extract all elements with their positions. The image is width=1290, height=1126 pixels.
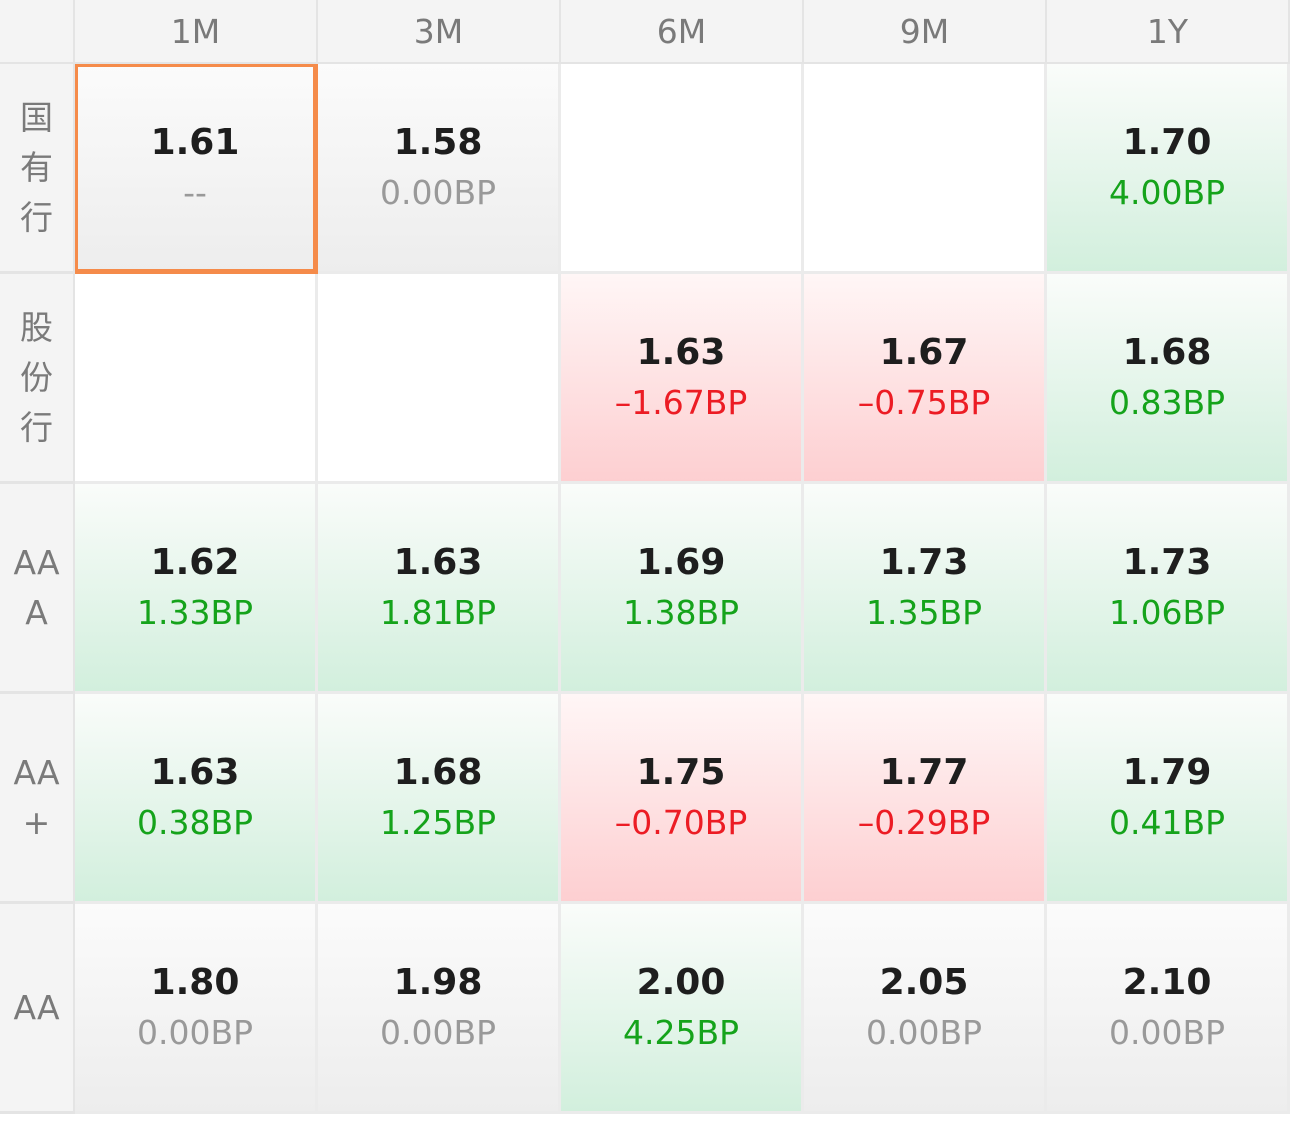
cell-change: 4.25BP — [622, 1012, 739, 1052]
matrix-cell[interactable] — [318, 274, 561, 484]
matrix-cell[interactable]: 1.61 -- — [75, 64, 318, 274]
cell-change: 0.00BP — [379, 1012, 496, 1052]
cell-value: 1.62 — [150, 541, 240, 583]
column-header-1m[interactable]: 1M — [75, 0, 318, 64]
matrix-cell[interactable]: 1.77 –0.29BP — [804, 694, 1047, 904]
cell-change: 1.25BP — [379, 802, 496, 842]
matrix-cell[interactable]: 1.58 0.00BP — [318, 64, 561, 274]
row-label: AA — [13, 987, 60, 1027]
cell-value: 2.05 — [879, 961, 969, 1003]
cell-value: 1.68 — [393, 751, 483, 793]
cell-change: 0.00BP — [1108, 1012, 1225, 1052]
cell-change: 0.41BP — [1108, 802, 1225, 842]
matrix-cell[interactable]: 1.63 –1.67BP — [561, 274, 804, 484]
cell-value: 1.63 — [393, 541, 483, 583]
column-header-6m[interactable]: 6M — [561, 0, 804, 64]
cell-value: 1.63 — [150, 751, 240, 793]
cell-change: –0.75BP — [857, 382, 991, 422]
cell-change: 0.00BP — [136, 1012, 253, 1052]
cell-value: 1.73 — [1122, 541, 1212, 583]
matrix-cell[interactable]: 1.62 1.33BP — [75, 484, 318, 694]
cell-change: 0.38BP — [136, 802, 253, 842]
matrix-corner — [0, 0, 75, 64]
row-label: 国有行 — [20, 97, 53, 237]
cell-value: 1.63 — [636, 331, 726, 373]
cell-value: 1.73 — [879, 541, 969, 583]
row-header-joint-stock-banks: 股份行 — [0, 274, 75, 484]
matrix-cell[interactable]: 2.10 0.00BP — [1047, 904, 1290, 1114]
matrix-cell[interactable]: 1.73 1.35BP — [804, 484, 1047, 694]
cell-change: –0.29BP — [857, 802, 991, 842]
cell-change: 1.81BP — [379, 592, 496, 632]
cell-change: 1.35BP — [865, 592, 982, 632]
row-label: 股份行 — [20, 307, 53, 447]
matrix-cell[interactable]: 1.70 4.00BP — [1047, 64, 1290, 274]
row-header-aa-plus: AA+ — [0, 694, 75, 904]
cell-value: 1.80 — [150, 961, 240, 1003]
cell-value: 1.98 — [393, 961, 483, 1003]
row-header-aa: AA — [0, 904, 75, 1114]
cell-change: 0.00BP — [379, 172, 496, 212]
row-label: AA+ — [13, 752, 60, 842]
matrix-cell[interactable]: 1.75 –0.70BP — [561, 694, 804, 904]
matrix-cell[interactable] — [75, 274, 318, 484]
cell-value: 1.67 — [879, 331, 969, 373]
column-header-3m[interactable]: 3M — [318, 0, 561, 64]
matrix-cell[interactable]: 1.68 1.25BP — [318, 694, 561, 904]
row-header-aaa: AAA — [0, 484, 75, 694]
cell-change: –0.70BP — [614, 802, 748, 842]
cell-change: –1.67BP — [614, 382, 748, 422]
row-label: AAA — [13, 542, 60, 632]
cell-change: 1.33BP — [136, 592, 253, 632]
cell-value: 1.75 — [636, 751, 726, 793]
cell-value: 1.70 — [1122, 121, 1212, 163]
matrix-cell[interactable]: 1.67 –0.75BP — [804, 274, 1047, 484]
matrix-cell[interactable] — [561, 64, 804, 274]
matrix-cell[interactable]: 1.80 0.00BP — [75, 904, 318, 1114]
matrix-cell[interactable]: 2.05 0.00BP — [804, 904, 1047, 1114]
matrix-cell[interactable]: 2.00 4.25BP — [561, 904, 804, 1114]
column-header-1y[interactable]: 1Y — [1047, 0, 1290, 64]
matrix-cell[interactable]: 1.68 0.83BP — [1047, 274, 1290, 484]
matrix-cell[interactable]: 1.69 1.38BP — [561, 484, 804, 694]
cell-value: 1.68 — [1122, 331, 1212, 373]
row-header-state-owned-banks: 国有行 — [0, 64, 75, 274]
cell-change: 4.00BP — [1108, 172, 1225, 212]
cell-change: -- — [183, 172, 207, 212]
matrix-cell[interactable]: 1.63 0.38BP — [75, 694, 318, 904]
matrix-cell[interactable]: 1.79 0.41BP — [1047, 694, 1290, 904]
cell-value: 1.77 — [879, 751, 969, 793]
cell-value: 1.69 — [636, 541, 726, 583]
cell-change: 0.00BP — [865, 1012, 982, 1052]
cell-change: 0.83BP — [1108, 382, 1225, 422]
cell-value: 2.10 — [1122, 961, 1212, 1003]
cell-change: 1.06BP — [1108, 592, 1225, 632]
column-header-9m[interactable]: 9M — [804, 0, 1047, 64]
cell-value: 1.61 — [150, 121, 240, 163]
matrix-cell[interactable] — [804, 64, 1047, 274]
matrix-cell[interactable]: 1.63 1.81BP — [318, 484, 561, 694]
cell-change: 1.38BP — [622, 592, 739, 632]
matrix-cell[interactable]: 1.73 1.06BP — [1047, 484, 1290, 694]
matrix-cell[interactable]: 1.98 0.00BP — [318, 904, 561, 1114]
yield-matrix: 1M 3M 6M 9M 1Y 国有行 1.61 -- 1.58 0.00BP 1… — [0, 0, 1290, 1114]
cell-value: 1.79 — [1122, 751, 1212, 793]
cell-value: 2.00 — [636, 961, 726, 1003]
cell-value: 1.58 — [393, 121, 483, 163]
